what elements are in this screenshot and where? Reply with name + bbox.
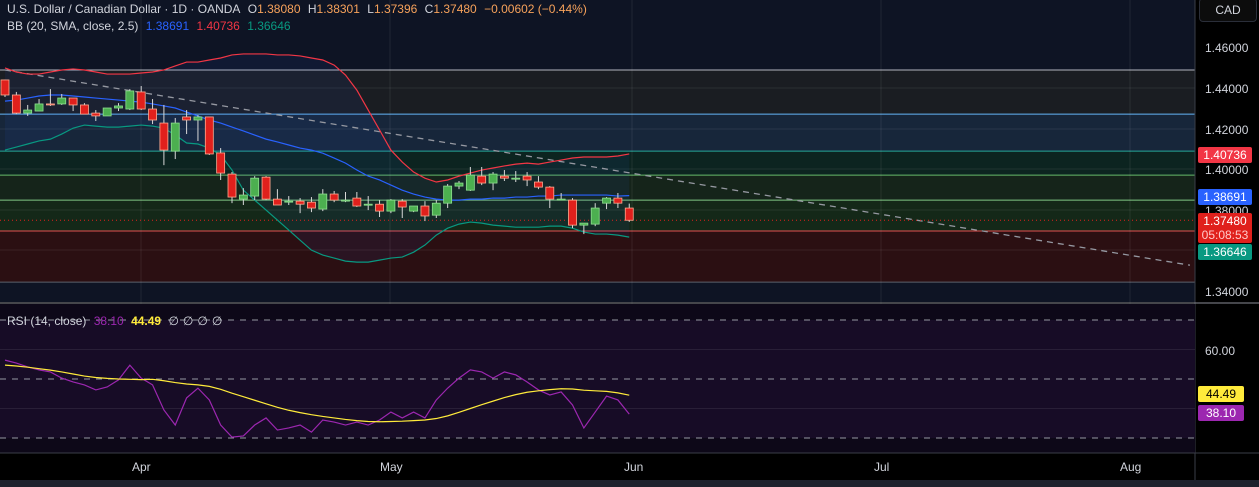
candle-body [409, 205, 419, 212]
candle-body [590, 207, 600, 225]
candle-body [318, 193, 328, 210]
candle-body [182, 116, 192, 121]
candle-body [102, 107, 112, 117]
candle-body [91, 112, 101, 117]
bb-basis-value: 1.38691 [145, 19, 190, 33]
candle-body [329, 193, 339, 201]
candle-body [431, 202, 441, 216]
candle-body [477, 175, 487, 184]
price-tick: 1.34000 [1205, 285, 1249, 299]
rsi-ma-badge: 44.49 [1198, 386, 1244, 402]
price-tick: 1.42000 [1205, 123, 1249, 137]
symbol-title[interactable]: U.S. Dollar / Canadian Dollar · 1D · OAN… [7, 2, 240, 16]
candle-body [613, 197, 623, 204]
candle-body [204, 116, 214, 155]
time-tick-may: May [380, 460, 403, 474]
candle-body [57, 97, 67, 105]
bottom-strip [0, 480, 1259, 487]
bb-basis-badge: 1.38691 [1198, 189, 1252, 205]
candle-body [46, 103, 55, 106]
last-price: 1.37480 [1203, 214, 1247, 228]
rsi-ma-value: 44.49 [131, 314, 162, 328]
candle-body [579, 222, 589, 226]
last-price-badge: 1.37480 05:08:53 [1198, 213, 1252, 243]
candle-body [488, 173, 498, 184]
candle-body [148, 108, 157, 121]
candle-body [420, 205, 430, 217]
rsi-band [0, 320, 1195, 438]
candle-body [114, 105, 123, 109]
bb-label: BB (20, SMA, close, 2.5) [7, 19, 139, 33]
candle-body [397, 200, 407, 208]
price-tick: 1.44000 [1205, 82, 1249, 96]
close-value: 1.37480 [433, 2, 477, 16]
candle-body [499, 175, 509, 179]
bb-lower-value: 1.36646 [247, 19, 291, 33]
candle-body [284, 200, 294, 203]
high-value: 1.38301 [316, 2, 360, 16]
candle-body [216, 152, 226, 174]
candle-body [238, 194, 248, 200]
rsi-label: RSI (14, close) [7, 314, 87, 328]
candle-body [454, 182, 464, 187]
candle-body [511, 177, 521, 180]
rsi-badge: 38.10 [1198, 405, 1244, 421]
candle-body [68, 97, 78, 106]
price-tick: 1.40000 [1205, 163, 1249, 177]
price-tick: 1.46000 [1205, 41, 1249, 55]
candle-body [522, 175, 532, 181]
candle-body [295, 200, 305, 205]
rsi-value: 38.10 [93, 314, 124, 328]
candle-body [534, 181, 543, 188]
time-tick-jun: Jun [624, 460, 644, 474]
candle-body [624, 207, 634, 221]
currency-button[interactable]: CAD [1199, 0, 1257, 22]
rsi-tick: 60.00 [1205, 344, 1236, 358]
candle-body [136, 91, 146, 110]
candle-body [80, 104, 89, 115]
rsi-legend[interactable]: RSI (14, close) 38.10 44.49 ∅ ∅ ∅ ∅ [7, 314, 226, 328]
symbol-legend: U.S. Dollar / Canadian Dollar · 1D · OAN… [7, 2, 587, 16]
bb-lower-badge: 1.36646 [1198, 244, 1252, 260]
candle-body [375, 203, 384, 212]
time-tick-aug: Aug [1120, 460, 1142, 474]
candle-body [386, 199, 396, 212]
candle-body [34, 103, 44, 112]
candle-body [272, 198, 282, 206]
candle-body [159, 122, 169, 151]
candle-body [556, 198, 566, 201]
bar-countdown: 05:08:53 [1201, 228, 1249, 242]
candle-body [568, 199, 577, 226]
candle-body [11, 94, 21, 114]
candle-body [0, 79, 10, 96]
candle-body [307, 201, 316, 209]
candle-body [443, 185, 453, 204]
candle-body [261, 176, 271, 200]
price-zone [0, 231, 1195, 283]
candle-body [352, 197, 362, 207]
candle-body [363, 203, 373, 206]
candle-body [227, 173, 237, 198]
candle-body [341, 199, 350, 202]
time-tick-jul: Jul [874, 460, 890, 474]
candle-body [193, 116, 203, 121]
candle-body [545, 186, 555, 200]
time-tick-apr: Apr [132, 460, 151, 474]
bb-upper-value: 1.40736 [196, 19, 240, 33]
candle-body [125, 90, 135, 110]
chart-canvas[interactable] [0, 0, 1259, 487]
candle-body [23, 109, 33, 114]
bb-legend[interactable]: BB (20, SMA, close, 2.5) 1.38691 1.40736… [7, 19, 295, 33]
bb-upper-badge: 1.40736 [1198, 147, 1252, 163]
candle-body [465, 174, 475, 191]
candle-body [170, 122, 180, 152]
open-value: 1.38080 [257, 2, 301, 16]
change-value: −0.00602 (−0.44%) [484, 2, 587, 16]
candle-body [602, 197, 611, 204]
candle-body [250, 177, 260, 197]
low-value: 1.37396 [373, 2, 418, 16]
